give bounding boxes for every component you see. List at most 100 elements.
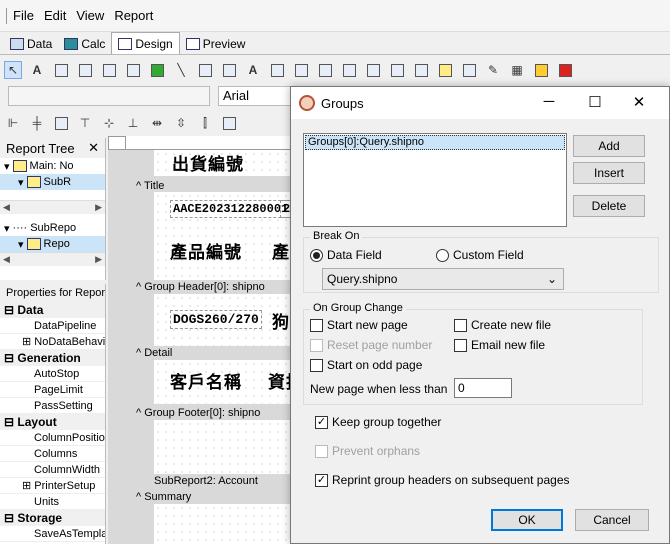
- property-row[interactable]: SaveAsTempla: [0, 526, 105, 542]
- label-tool-icon[interactable]: A: [28, 61, 46, 79]
- dblabel-tool-icon[interactable]: A: [244, 61, 262, 79]
- dbrichtext-tool-icon[interactable]: [316, 61, 334, 79]
- prevent-orphans-checkbox[interactable]: Prevent orphans: [315, 444, 420, 458]
- property-row[interactable]: AutoStop: [0, 366, 105, 382]
- shape-tool-icon[interactable]: [148, 61, 166, 79]
- tree-item-subreport[interactable]: ▾ SubR: [0, 174, 105, 190]
- product-no-label[interactable]: 產品編號: [170, 238, 242, 263]
- color-tool-icon[interactable]: [532, 61, 550, 79]
- close-icon[interactable]: ✕: [88, 140, 99, 156]
- paint-tool-icon[interactable]: ✎: [484, 61, 502, 79]
- component-combo[interactable]: [8, 86, 210, 106]
- reset-page-number-checkbox[interactable]: Reset page number: [310, 338, 432, 352]
- dbmemo-tool-icon[interactable]: [292, 61, 310, 79]
- region-tool-icon[interactable]: [412, 61, 430, 79]
- product-label[interactable]: 產: [272, 238, 290, 263]
- start-new-page-checkbox[interactable]: Start new page: [310, 318, 408, 332]
- tab-design[interactable]: Design: [111, 32, 180, 54]
- align-bottom-icon[interactable]: ⊥: [124, 114, 142, 132]
- start-on-odd-page-checkbox[interactable]: Start on odd page: [310, 358, 422, 372]
- tab-data[interactable]: Data: [4, 34, 58, 54]
- property-row[interactable]: ⊞ PrinterSetup: [0, 478, 105, 494]
- minimize-icon[interactable]: ─: [539, 93, 559, 110]
- space-vertical-icon[interactable]: ⇳: [172, 114, 190, 132]
- page-break-tool-icon[interactable]: [460, 61, 478, 79]
- property-row[interactable]: DataPipeline: [0, 318, 105, 334]
- insert-button[interactable]: Insert: [573, 162, 645, 184]
- tree-item-repo[interactable]: ▾ Repo: [0, 236, 105, 252]
- property-category[interactable]: ⊟ Storage: [0, 510, 105, 526]
- dbcalc-tool-icon[interactable]: [340, 61, 358, 79]
- dbbarcode-tool-icon[interactable]: [388, 61, 406, 79]
- band-area[interactable]: [154, 504, 290, 544]
- tree-scrollbar-bottom[interactable]: ◀ ▶: [0, 252, 105, 266]
- font-name-combo[interactable]: Arial: [218, 86, 294, 106]
- property-row[interactable]: ColumnPosition: [0, 430, 105, 446]
- band-area[interactable]: [154, 420, 290, 474]
- dbtext-tool-icon[interactable]: [268, 61, 286, 79]
- property-category[interactable]: ⊟ Generation: [0, 350, 105, 366]
- menu-view[interactable]: View: [76, 8, 104, 23]
- barcode-tool-icon[interactable]: [196, 61, 214, 79]
- scroll-left-icon[interactable]: ◀: [3, 254, 10, 265]
- property-row[interactable]: ⊞ NoDataBehavic: [0, 334, 105, 350]
- data-field-radio[interactable]: Data Field: [310, 248, 382, 262]
- memo-tool-icon[interactable]: [52, 61, 70, 79]
- menu-edit[interactable]: Edit: [44, 8, 66, 23]
- header-field-label[interactable]: 出貨編號: [172, 150, 244, 175]
- subreport-tool-icon[interactable]: [436, 61, 454, 79]
- group-list-item[interactable]: Groups[0]:Query.shipno: [305, 135, 565, 150]
- chart-tool-icon[interactable]: [220, 61, 238, 79]
- data-field-select[interactable]: Query.shipno ⌄: [322, 268, 564, 290]
- menu-file[interactable]: File: [13, 8, 34, 23]
- subreport-label[interactable]: SubReport2: Account: [154, 475, 258, 487]
- tab-preview[interactable]: Preview: [180, 34, 252, 54]
- align-right-icon[interactable]: [52, 114, 70, 132]
- scroll-right-icon[interactable]: ▶: [95, 254, 102, 265]
- cancel-button[interactable]: Cancel: [575, 509, 649, 531]
- align-left-icon[interactable]: ⊩: [4, 114, 22, 132]
- property-category[interactable]: ⊟ Layout: [0, 414, 105, 430]
- property-row[interactable]: PageLimit: [0, 382, 105, 398]
- dbimage-tool-icon[interactable]: [364, 61, 382, 79]
- product-field[interactable]: DOGS260/270: [170, 310, 262, 329]
- ok-button[interactable]: OK: [491, 509, 563, 531]
- select-tool-icon[interactable]: ↖: [4, 61, 22, 79]
- space-horizontal-icon[interactable]: ⇹: [148, 114, 166, 132]
- property-row[interactable]: Units: [0, 494, 105, 510]
- new-page-less-input[interactable]: 0: [454, 378, 512, 398]
- align-center-icon[interactable]: ╪: [28, 114, 46, 132]
- tree-item-main[interactable]: ▾ Main: No: [0, 158, 105, 174]
- image-tool-icon[interactable]: [124, 61, 142, 79]
- shipno-field[interactable]: AACE202312280001: [170, 200, 292, 218]
- property-row[interactable]: Columns: [0, 446, 105, 462]
- custom-field-radio[interactable]: Custom Field: [436, 248, 524, 262]
- table-tool-icon[interactable]: ▦: [508, 61, 526, 79]
- keep-group-together-checkbox[interactable]: ✓ Keep group together: [315, 415, 441, 429]
- richtext-tool-icon[interactable]: [76, 61, 94, 79]
- align-middle-icon[interactable]: ⊹: [100, 114, 118, 132]
- property-category[interactable]: ⊟ Data: [0, 302, 105, 318]
- detail-label[interactable]: 狗: [272, 308, 290, 333]
- line-tool-icon[interactable]: ╲: [172, 61, 190, 79]
- calc-tool-icon[interactable]: [100, 61, 118, 79]
- size-width-icon[interactable]: ⫿: [196, 114, 214, 132]
- create-new-file-checkbox[interactable]: Create new file: [454, 318, 551, 332]
- tree-scrollbar-top[interactable]: ◀ ▶: [0, 200, 105, 214]
- tree-item-subreport2[interactable]: ▾ ···· SubRepo: [0, 220, 105, 236]
- pdf-tool-icon[interactable]: [556, 61, 574, 79]
- reprint-headers-checkbox[interactable]: ✓ Reprint group headers on subsequent pag…: [315, 473, 570, 487]
- add-button[interactable]: Add: [573, 135, 645, 157]
- delete-button[interactable]: Delete: [573, 195, 645, 217]
- groups-list[interactable]: Groups[0]:Query.shipno: [303, 133, 567, 227]
- property-row[interactable]: ColumnWidth: [0, 462, 105, 478]
- size-height-icon[interactable]: [220, 114, 238, 132]
- email-new-file-checkbox[interactable]: Email new file: [454, 338, 545, 352]
- scroll-left-icon[interactable]: ◀: [3, 202, 10, 213]
- maximize-icon[interactable]: ☐: [585, 93, 605, 111]
- close-icon[interactable]: ✕: [629, 93, 649, 111]
- menu-report[interactable]: Report: [114, 8, 153, 23]
- tab-calc[interactable]: Calc: [58, 34, 111, 54]
- align-top-icon[interactable]: ⊤: [76, 114, 94, 132]
- customer-label[interactable]: 客戶名稱: [170, 368, 242, 393]
